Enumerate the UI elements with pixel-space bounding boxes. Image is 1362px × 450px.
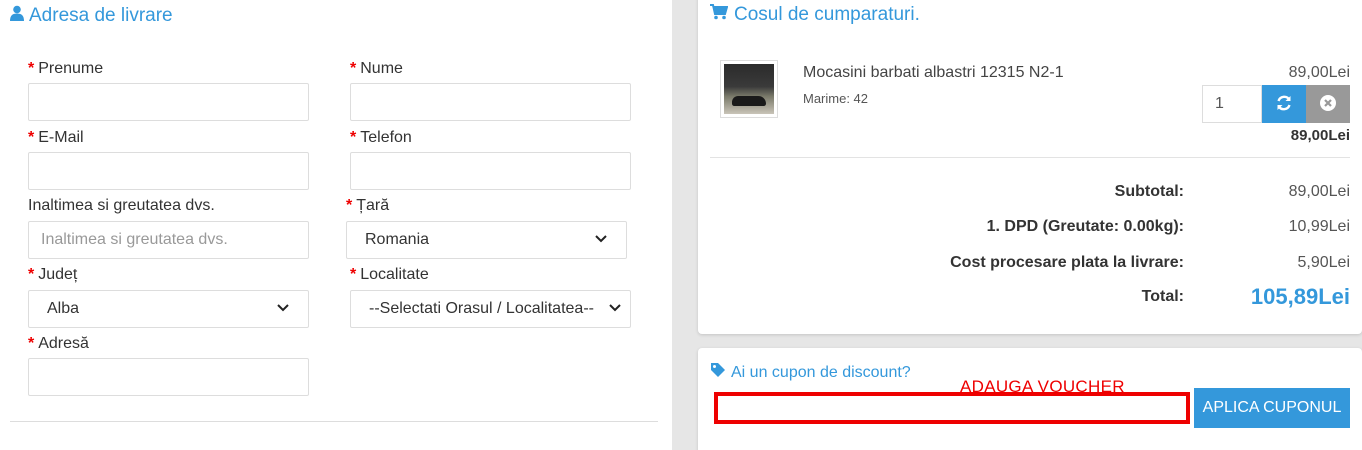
chevron-down-icon (276, 300, 290, 319)
required-mark: * (28, 335, 35, 352)
required-mark: * (350, 266, 357, 283)
nume-input[interactable] (350, 83, 631, 121)
close-circle-icon (1320, 94, 1336, 114)
adresa-label: * Adresă (28, 335, 89, 352)
product-size: Marime: 42 (803, 91, 869, 106)
cart-title: Cosul de cumparaturi. (710, 4, 920, 26)
shipping-value: 10,99Lei (1288, 218, 1350, 235)
cart-panel: Cosul de cumparaturi. Mocasini barbati a… (698, 0, 1362, 334)
subtotal-label: Subtotal: (1114, 183, 1184, 200)
judet-select-value: Alba (47, 300, 80, 317)
update-quantity-button[interactable] (1262, 85, 1306, 123)
inaltime-label: Inaltimea si greutatea dvs. (28, 197, 215, 214)
subtotal-value: 89,00Lei (1288, 183, 1350, 200)
telefon-label: * Telefon (350, 129, 412, 146)
email-label: * E-Mail (28, 129, 84, 146)
total-value: 105,89Lei (1250, 284, 1350, 309)
required-mark: * (28, 129, 35, 146)
required-mark: * (350, 60, 357, 77)
coupon-panel: Ai un cupon de discount? ADAUGA VOUCHER … (698, 348, 1362, 450)
inaltime-input[interactable] (28, 221, 309, 259)
telefon-input[interactable] (350, 152, 631, 190)
judet-label: * Județ (28, 266, 78, 283)
adresa-input[interactable] (28, 358, 309, 396)
required-mark: * (28, 60, 35, 77)
prenume-input[interactable] (28, 83, 309, 121)
tag-icon (710, 362, 726, 383)
required-mark: * (346, 197, 353, 214)
delivery-title-text: Adresa de livrare (29, 5, 173, 26)
required-mark: * (350, 129, 357, 146)
shopping-cart-icon (710, 4, 729, 26)
processing-fee-value: 5,90Lei (1297, 254, 1351, 271)
tara-select[interactable]: Romania (346, 221, 627, 259)
processing-fee-label: Cost procesare plata la livrare: (950, 254, 1184, 271)
quantity-input[interactable] (1202, 85, 1262, 123)
remove-item-button[interactable] (1306, 85, 1350, 123)
delivery-section-title: Adresa de livrare (10, 5, 173, 27)
product-unit-price: 89,00Lei (1288, 64, 1350, 81)
apply-coupon-button[interactable]: APLICA CUPONUL (1194, 388, 1350, 428)
coupon-code-input[interactable] (718, 396, 1186, 420)
refresh-icon (1275, 94, 1293, 115)
nume-label: * Nume (350, 60, 403, 77)
localitate-select-value: --Selectati Orasul / Localitatea-- (369, 300, 594, 317)
product-thumbnail[interactable] (720, 60, 778, 118)
prenume-label: * Prenume (28, 60, 104, 77)
localitate-label: * Localitate (350, 266, 429, 283)
coupon-question-text: Ai un cupon de discount? (731, 363, 911, 381)
total-label: Total: (1141, 288, 1184, 305)
product-line-total: 89,00Lei (1290, 127, 1350, 144)
required-mark: * (28, 266, 35, 283)
judet-select[interactable]: Alba (28, 290, 309, 328)
section-divider (10, 421, 658, 422)
coupon-question[interactable]: Ai un cupon de discount? (710, 362, 911, 383)
user-icon (10, 5, 24, 27)
email-input[interactable] (28, 152, 309, 190)
chevron-down-icon (594, 231, 608, 250)
cart-divider (710, 157, 1350, 158)
chevron-down-icon (608, 300, 622, 319)
product-name[interactable]: Mocasini barbati albastri 12315 N2-1 (803, 64, 1064, 82)
coupon-input-highlight (714, 392, 1190, 424)
localitate-select[interactable]: --Selectati Orasul / Localitatea-- (350, 290, 631, 328)
cart-title-text: Cosul de cumparaturi. (734, 4, 920, 25)
shipping-label: 1. DPD (Greutate: 0.00kg): (986, 218, 1184, 235)
tara-select-value: Romania (365, 231, 430, 248)
delivery-address-section: Adresa de livrare * Prenume * Nume * E-Mail… (0, 0, 672, 450)
tara-label: * Țară (346, 197, 390, 214)
